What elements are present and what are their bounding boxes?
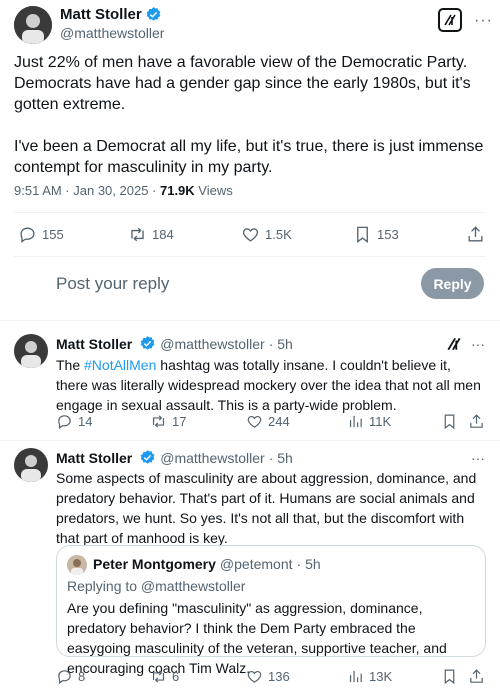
like-action[interactable]: 244 (246, 413, 290, 430)
author-name[interactable]: Matt Stoller (60, 6, 142, 23)
like-count: 244 (268, 414, 290, 429)
like-icon (247, 415, 262, 428)
share-action[interactable] (466, 225, 485, 244)
author-name[interactable]: Matt Stoller (56, 450, 132, 466)
reply-button[interactable]: Reply (421, 268, 484, 299)
share-icon[interactable] (468, 413, 485, 435)
views-action[interactable]: 11K (347, 413, 391, 430)
reply-action[interactable]: 155 (18, 225, 64, 244)
avatar (67, 555, 87, 575)
share-icon (468, 226, 483, 242)
quoted-author-handle: @petemont (219, 556, 293, 572)
reply-count: 155 (42, 227, 64, 242)
grok-icon[interactable] (446, 336, 462, 357)
quoted-author-name: Peter Montgomery (93, 556, 216, 572)
quoted-tweet[interactable]: Peter Montgomery @petemont · 5h Replying… (56, 545, 486, 676)
bookmark-icon[interactable] (441, 413, 458, 435)
quoted-text: Are you defining "masculinity" as aggres… (67, 600, 447, 676)
views-label: Views (194, 183, 233, 198)
hashtag-link[interactable]: #NotAllMen (84, 357, 156, 373)
verified-badge-icon (146, 7, 161, 21)
views-count: 71.9K (159, 183, 195, 198)
like-icon (242, 228, 259, 242)
retweet-action[interactable]: 184 (128, 225, 174, 244)
timestamp[interactable]: 9:51 AM · Jan 30, 2025 · (14, 183, 160, 198)
like-action[interactable]: 1.5K (241, 225, 292, 244)
like-count: 1.5K (265, 227, 292, 242)
more-icon[interactable]: ··· (474, 12, 493, 30)
retweet-count: 184 (152, 227, 174, 242)
replying-to: Replying to @matthewstoller (67, 578, 246, 594)
post-time[interactable]: · 5h (269, 450, 293, 466)
bookmark-count: 153 (377, 227, 399, 242)
reply-button-label: Reply (433, 275, 472, 292)
like-action[interactable]: 136 (246, 668, 290, 685)
share-icon[interactable] (468, 668, 485, 690)
divider (14, 212, 486, 213)
reply-icon (20, 227, 35, 243)
reply-icon (58, 670, 71, 685)
reply-action[interactable]: 14 (56, 413, 92, 430)
avatar[interactable] (14, 334, 48, 368)
retweet-action[interactable]: 17 (150, 413, 186, 430)
avatar[interactable] (14, 6, 52, 44)
quoted-post-time: · 5h (296, 556, 321, 572)
divider (0, 320, 500, 321)
bookmark-icon (357, 226, 368, 243)
more-icon[interactable]: ··· (471, 450, 485, 466)
like-icon (247, 670, 262, 683)
retweet-icon (152, 670, 165, 683)
reply-count: 8 (78, 669, 86, 684)
grok-icon[interactable] (438, 8, 462, 32)
reply-text: The #NotAllMen hashtag was totally insan… (56, 355, 486, 415)
retweet-count: 6 (172, 669, 180, 684)
views-icon (349, 670, 362, 683)
author-handle[interactable]: @matthewstoller (160, 336, 264, 352)
author-handle[interactable]: @matthewstoller (60, 25, 164, 41)
views-action[interactable]: 13K (347, 668, 392, 685)
retweet-action[interactable]: 6 (150, 668, 179, 685)
tweet-text: Just 22% of men have a favorable view of… (14, 52, 484, 178)
reply-text: Some aspects of masculinity are about ag… (56, 470, 477, 546)
bookmark-icon[interactable] (441, 668, 458, 690)
views-count: 11K (369, 414, 392, 429)
divider (14, 256, 486, 257)
bookmark-action[interactable]: 153 (353, 225, 399, 244)
tweet-paragraph-1: Just 22% of men have a favorable view of… (14, 54, 471, 113)
author-handle[interactable]: @matthewstoller (160, 450, 264, 466)
retweet-icon (152, 415, 165, 428)
reply-input[interactable]: Post your reply (56, 274, 169, 294)
retweet-count: 17 (172, 414, 187, 429)
reply-text-start: The (56, 357, 85, 373)
like-count: 136 (268, 669, 290, 684)
reply-icon (58, 415, 71, 430)
views-count: 13K (369, 669, 393, 684)
verified-badge-icon (140, 336, 155, 350)
retweet-icon (131, 227, 144, 242)
tweet-paragraph-2: I've been a Democrat all my life, but it… (14, 138, 484, 176)
reply-count: 14 (78, 414, 93, 429)
verified-badge-icon (140, 450, 155, 464)
avatar[interactable] (14, 448, 48, 482)
views-icon (349, 415, 362, 428)
tweet-metadata: 9:51 AM · Jan 30, 2025 · 71.9K Views (14, 183, 233, 198)
reply-action[interactable]: 8 (56, 668, 85, 685)
more-icon[interactable]: ··· (471, 336, 485, 352)
post-time[interactable]: · 5h (269, 336, 293, 352)
divider (0, 440, 500, 441)
author-name[interactable]: Matt Stoller (56, 336, 132, 352)
